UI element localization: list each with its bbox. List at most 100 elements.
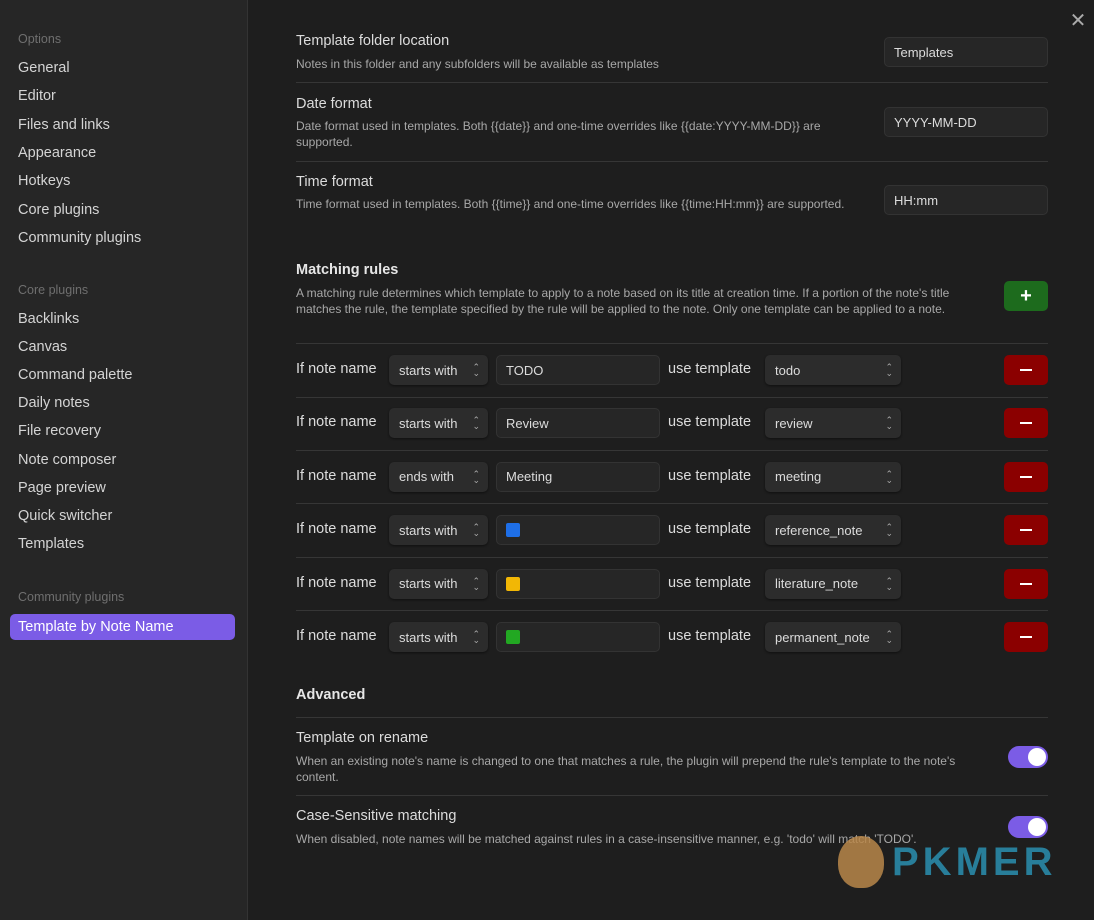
chevron-updown-icon: ⌃ ⌄ bbox=[885, 629, 893, 645]
sidebar-item-template-by-note-name[interactable]: Template by Note Name bbox=[10, 614, 235, 640]
template-on-rename-toggle[interactable] bbox=[1008, 746, 1048, 768]
color-square-icon bbox=[506, 630, 520, 644]
sidebar-item-core-plugin[interactable]: Backlinks bbox=[18, 306, 79, 332]
rule-value-input[interactable] bbox=[496, 622, 660, 652]
rule-operator-value: starts with bbox=[399, 522, 458, 538]
delete-rule-button[interactable] bbox=[1004, 568, 1048, 599]
chevron-updown-icon: ⌃ ⌄ bbox=[472, 415, 480, 432]
minus-icon bbox=[1020, 422, 1032, 425]
add-rule-button[interactable]: + bbox=[1004, 281, 1048, 311]
rule-operator-select[interactable]: starts with ⌃ ⌄ bbox=[389, 355, 488, 385]
folder-title: Template folder location bbox=[296, 33, 450, 49]
rule-template-select[interactable]: meeting ⌃ ⌄ bbox=[765, 461, 901, 492]
rule-prefix-label: If note name bbox=[296, 521, 377, 538]
color-square-icon bbox=[506, 523, 520, 538]
rule-operator-select[interactable]: starts with ⌃ ⌄ bbox=[389, 568, 488, 599]
use-template-label: use template bbox=[668, 628, 752, 644]
template-folder-input[interactable]: Templates bbox=[884, 37, 1048, 67]
sidebar-item-core-plugin[interactable]: Page preview bbox=[18, 475, 106, 501]
rule-prefix-label: If note name bbox=[296, 628, 377, 644]
rule-template-select[interactable]: reference_note ⌃ ⌄ bbox=[765, 515, 901, 546]
options-heading: Options bbox=[18, 32, 62, 46]
time-title: Time format bbox=[296, 174, 373, 190]
rule-prefix-label: If note name bbox=[296, 574, 377, 591]
minus-icon bbox=[1020, 529, 1032, 532]
sidebar-item-core-plugin[interactable]: Quick switcher bbox=[18, 503, 112, 529]
sidebar-item-option[interactable]: Appearance bbox=[18, 140, 96, 166]
delete-rule-button[interactable] bbox=[1004, 408, 1048, 439]
rule-operator-select[interactable]: starts with ⌃ ⌄ bbox=[389, 622, 488, 652]
watermark-text: PKMER bbox=[892, 839, 1057, 884]
chevron-updown-icon: ⌃ ⌄ bbox=[472, 629, 480, 645]
rename-title: Template on rename bbox=[296, 730, 429, 746]
time-desc: Time format used in templates. Both {{ti… bbox=[296, 197, 845, 211]
delete-rule-button[interactable] bbox=[1004, 622, 1048, 652]
rule-operator-value: starts with bbox=[399, 629, 458, 645]
case-title: Case-Sensitive matching bbox=[296, 808, 457, 824]
community-plugins-heading: Community plugins bbox=[18, 590, 125, 604]
rule-template-value: literature_note bbox=[775, 576, 859, 592]
rule-template-value: meeting bbox=[775, 469, 822, 485]
minus-icon bbox=[1020, 582, 1032, 585]
rule-value-input[interactable] bbox=[496, 515, 660, 546]
sidebar-item-core-plugin[interactable]: Canvas bbox=[18, 334, 67, 360]
rule-template-select[interactable]: review ⌃ ⌄ bbox=[765, 408, 901, 439]
sidebar-item-core-plugin[interactable]: Daily notes bbox=[18, 390, 90, 416]
chevron-updown-icon: ⌃ ⌄ bbox=[885, 575, 893, 592]
rule-value-input[interactable]: Meeting bbox=[496, 461, 660, 492]
sidebar-item-option[interactable]: Community plugins bbox=[18, 225, 141, 251]
sidebar-item-core-plugin[interactable]: File recovery bbox=[18, 418, 101, 444]
advanced-heading: Advanced bbox=[296, 687, 366, 703]
use-template-label: use template bbox=[668, 361, 752, 377]
rule-value-input[interactable]: Review bbox=[496, 408, 660, 439]
pkmer-logo-icon bbox=[838, 836, 884, 888]
chevron-updown-icon: ⌃ ⌄ bbox=[472, 522, 480, 539]
date-format-input[interactable]: YYYY-MM-DD bbox=[884, 107, 1048, 137]
rule-template-value: permanent_note bbox=[775, 629, 870, 645]
use-template-label: use template bbox=[668, 574, 752, 591]
core-plugins-heading: Core plugins bbox=[18, 283, 89, 297]
delete-rule-button[interactable] bbox=[1004, 515, 1048, 546]
sidebar-item-option[interactable]: Core plugins bbox=[18, 197, 99, 223]
chevron-updown-icon: ⌃ ⌄ bbox=[885, 522, 893, 539]
rule-value-input[interactable] bbox=[496, 568, 660, 599]
rule-operator-select[interactable]: ends with ⌃ ⌄ bbox=[389, 461, 488, 492]
sidebar-item-core-plugin[interactable]: Command palette bbox=[18, 362, 132, 388]
sidebar-item-option[interactable]: General bbox=[18, 55, 70, 81]
rule-value-text: Meeting bbox=[506, 469, 553, 485]
rule-operator-select[interactable]: starts with ⌃ ⌄ bbox=[389, 408, 488, 439]
minus-icon bbox=[1020, 636, 1032, 638]
rule-template-select[interactable]: todo ⌃ ⌄ bbox=[765, 355, 901, 385]
chevron-updown-icon: ⌃ ⌄ bbox=[885, 362, 893, 378]
time-format-input[interactable]: HH:mm bbox=[884, 185, 1048, 215]
sidebar-item-option[interactable]: Hotkeys bbox=[18, 168, 70, 194]
rule-template-select[interactable]: literature_note ⌃ ⌄ bbox=[765, 568, 901, 599]
chevron-updown-icon: ⌃ ⌄ bbox=[472, 468, 480, 485]
minus-icon bbox=[1020, 475, 1032, 478]
rule-operator-select[interactable]: starts with ⌃ ⌄ bbox=[389, 515, 488, 546]
rule-template-select[interactable]: permanent_note ⌃ ⌄ bbox=[765, 622, 901, 652]
chevron-updown-icon: ⌃ ⌄ bbox=[885, 468, 893, 485]
rule-template-value: review bbox=[775, 415, 813, 431]
sidebar-item-core-plugin[interactable]: Templates bbox=[18, 531, 84, 557]
sidebar-item-option[interactable]: Editor bbox=[18, 83, 56, 109]
matching-rules-heading: Matching rules bbox=[296, 262, 399, 278]
rule-value-input[interactable]: TODO bbox=[496, 355, 660, 385]
chevron-updown-icon: ⌃ ⌄ bbox=[885, 415, 893, 432]
settings-sidebar: Options General Editor Files and links Appe… bbox=[0, 0, 248, 920]
rule-value-text: Review bbox=[506, 415, 549, 431]
sidebar-item-option[interactable]: Files and links bbox=[18, 112, 110, 138]
rule-prefix-label: If note name bbox=[296, 414, 377, 431]
rule-operator-value: starts with bbox=[399, 362, 458, 378]
case-sensitive-toggle[interactable] bbox=[1008, 816, 1048, 838]
use-template-label: use template bbox=[668, 521, 752, 538]
rule-prefix-label: If note name bbox=[296, 361, 377, 377]
folder-desc: Notes in this folder and any subfolders … bbox=[296, 57, 659, 71]
delete-rule-button[interactable] bbox=[1004, 355, 1048, 385]
close-icon[interactable]: ✕ bbox=[1069, 8, 1087, 33]
color-square-icon bbox=[506, 576, 520, 591]
use-template-label: use template bbox=[668, 467, 752, 484]
chevron-updown-icon: ⌃ ⌄ bbox=[472, 575, 480, 592]
delete-rule-button[interactable] bbox=[1004, 461, 1048, 492]
sidebar-item-core-plugin[interactable]: Note composer bbox=[18, 447, 116, 473]
